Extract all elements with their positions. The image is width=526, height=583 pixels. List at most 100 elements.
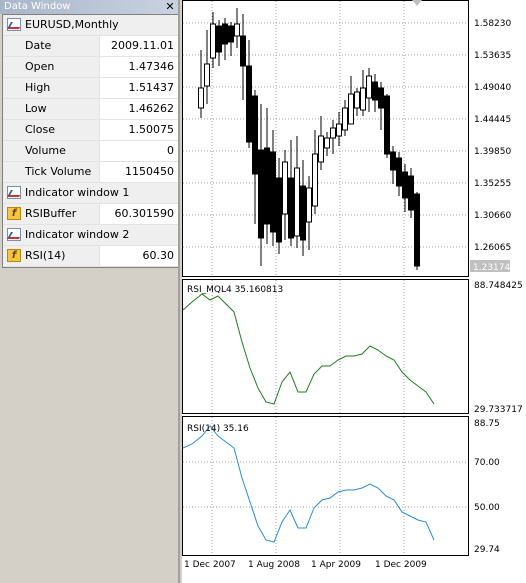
table-row: f RSI(14) 60.30 (3, 246, 178, 267)
price-tick: 1.44445 (474, 115, 511, 125)
row-label: Date (25, 39, 52, 52)
row-value: 1.51437 (128, 81, 175, 94)
price-tick: 1.30660 (474, 211, 511, 221)
time-tick: 1 Dec 2009 (375, 560, 427, 570)
row-value: 1150450 (125, 165, 174, 178)
row-label: Tick Volume (25, 165, 92, 178)
time-tick: 1 Apr 2009 (311, 560, 361, 570)
candle-body (282, 161, 288, 215)
chart-area[interactable]: 1.58230 1.53635 1.49040 1.44445 1.39850 … (182, 0, 526, 583)
candle-body (276, 177, 282, 243)
row-value: 60.30 (142, 249, 175, 262)
rsi1-line (182, 293, 435, 405)
row-label: High (25, 81, 51, 94)
row-value: 1.46262 (128, 102, 175, 115)
candle-body (210, 23, 216, 59)
symbol-row: EURUSD,Monthly (3, 15, 178, 36)
table-row: Date 2009.11.01 (3, 36, 178, 57)
candle-body (240, 35, 246, 67)
candle-body (252, 95, 258, 175)
indicator-chart-icon (7, 228, 21, 241)
row-label: Volume (25, 144, 66, 157)
function-icon: f (7, 207, 21, 220)
candle-body (390, 151, 396, 171)
chart-canvas[interactable]: 1.58230 1.53635 1.49040 1.44445 1.39850 … (182, 0, 526, 583)
price-tick: 1.26065 (474, 243, 511, 253)
indicator-chart-icon (7, 186, 21, 199)
function-icon: f (7, 249, 21, 262)
candle-body (300, 185, 306, 241)
row-label: RSIBuffer (25, 207, 77, 220)
row-value: 1.47346 (128, 60, 175, 73)
current-price-label: 1.23174 (473, 263, 510, 273)
symbol-label: EURUSD,Monthly (25, 18, 119, 31)
candle-body (234, 23, 240, 37)
splitter[interactable] (178, 0, 180, 583)
price-tick: 1.35255 (474, 179, 511, 189)
candle-body (198, 87, 204, 109)
candle-body (288, 177, 294, 239)
candle-body (360, 87, 366, 111)
candle-body (216, 25, 222, 53)
candle-body (204, 63, 210, 87)
rsi2-scale-label: 29.74 (474, 545, 500, 555)
chart-icon (7, 18, 21, 31)
candle-body (264, 147, 270, 225)
row-value: 60.301590 (114, 207, 175, 220)
candle-body (372, 81, 378, 101)
candle-body (306, 187, 312, 223)
candle-body (342, 107, 348, 131)
candle-body (354, 91, 360, 109)
indicator-window-2-label: Indicator window 2 (25, 228, 130, 241)
candle-body (318, 135, 324, 163)
time-tick: 1 Dec 2007 (184, 560, 236, 570)
candle-body (348, 93, 354, 125)
table-row: Tick Volume 1150450 (3, 162, 178, 183)
indicator-window-1-row: Indicator window 1 (3, 183, 178, 204)
table-row: f RSIBuffer 60.301590 (3, 204, 178, 225)
row-label: RSI(14) (25, 249, 66, 262)
rsi1-pane-frame (182, 279, 469, 414)
price-tick: 1.58230 (474, 19, 511, 29)
candle-body (312, 153, 318, 207)
candle-body (396, 157, 402, 187)
data-window-title: Data Window (4, 1, 71, 12)
candle-body (366, 75, 372, 99)
row-label: Close (25, 123, 55, 136)
data-window-table: EURUSD,Monthly Date 2009.11.01 Open 1.4734… (2, 14, 179, 268)
price-tick: 1.39850 (474, 147, 511, 157)
row-label: Open (25, 60, 55, 73)
candle-body (336, 123, 342, 137)
rsi1-max-label: 88.748425 (474, 281, 523, 291)
close-icon[interactable]: ✕ (164, 0, 176, 14)
candle-body (384, 95, 390, 155)
candle-body (222, 23, 228, 45)
data-window-title-bar[interactable]: Data Window ✕ (0, 0, 180, 14)
candle-body (270, 151, 276, 233)
rsi2-scale-label: 70.00 (474, 458, 500, 468)
rsi1-indicator-label: RSI_MQL4 35.160813 (187, 285, 283, 295)
candle-body (414, 193, 420, 267)
rsi2-scale-label: 88.75 (474, 419, 500, 429)
row-value: 1.50075 (128, 123, 175, 136)
rsi1-min-label: 29.733717 (474, 405, 523, 415)
table-row: High 1.51437 (3, 78, 178, 99)
data-window: Data Window ✕ EURUSD,Monthly Date 2009.11… (0, 0, 180, 583)
time-tick: 1 Aug 2008 (248, 560, 300, 570)
table-row: Low 1.46262 (3, 99, 178, 120)
candle-body (378, 87, 384, 109)
candle-body (402, 171, 408, 199)
candle-body (294, 167, 300, 237)
candle-body (324, 137, 330, 149)
row-value: 0 (167, 144, 174, 157)
rsi2-line (182, 425, 435, 543)
rsi2-scale-label: 50.00 (474, 503, 500, 513)
rsi2-pane-frame (182, 416, 469, 556)
table-row: Close 1.50075 (3, 120, 178, 141)
row-label: Low (25, 102, 47, 115)
candle-body (246, 65, 252, 143)
shift-marker-icon[interactable] (412, 0, 422, 6)
table-row: Volume 0 (3, 141, 178, 162)
candle-body (408, 175, 414, 211)
indicator-window-2-row: Indicator window 2 (3, 225, 178, 246)
